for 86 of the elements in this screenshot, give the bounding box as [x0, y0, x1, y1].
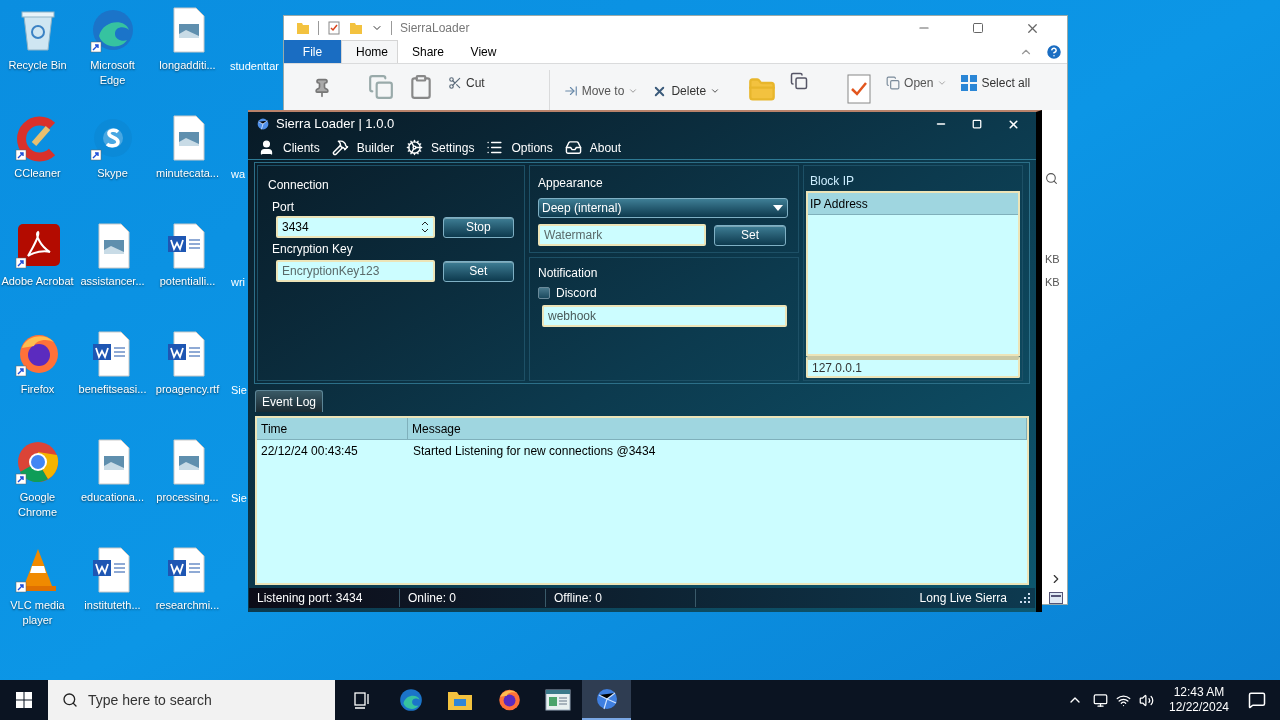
pin-icon[interactable] [312, 78, 332, 98]
caret-icon [937, 78, 948, 88]
window-title: SierraLoader [400, 20, 470, 37]
close-icon [1006, 117, 1020, 131]
status-text: Offline: 0 [545, 589, 695, 607]
pdf-icon [13, 222, 62, 270]
hammer-icon [331, 139, 349, 156]
ip-list[interactable]: IP Address [806, 191, 1020, 356]
file-size: KB [1045, 274, 1060, 290]
key-field[interactable]: EncryptionKey123 [276, 260, 435, 282]
scissors-icon [448, 76, 462, 90]
stop-button[interactable]: Stop [442, 216, 514, 238]
status-text: Long Live Sierra [695, 589, 1015, 607]
group-title: Appearance [538, 175, 604, 192]
search-box[interactable]: Type here to search [48, 680, 335, 720]
file-size: KB [1045, 252, 1060, 267]
checklist-icon[interactable] [846, 74, 873, 104]
move-icon [563, 84, 578, 98]
checkbox-label: Discord [556, 285, 597, 302]
field-label: Port [272, 199, 295, 216]
inbox-icon [564, 139, 582, 156]
search-icon[interactable] [1045, 172, 1058, 185]
open-button[interactable]: Open [886, 74, 948, 92]
status-text: Online: 0 [399, 589, 545, 607]
user-icon [258, 139, 275, 156]
spinner-arrows-icon[interactable] [420, 220, 429, 234]
menu-item[interactable]: Clients [258, 138, 320, 157]
discord-checkbox[interactable] [538, 287, 550, 299]
browser-icon [397, 687, 424, 713]
clipboard-icon[interactable] [408, 74, 434, 100]
device-icon[interactable] [1093, 692, 1108, 708]
search-icon [62, 692, 78, 708]
ribbon-tab[interactable]: Share [398, 40, 455, 63]
ip-field[interactable]: 127.0.0.1 [806, 356, 1020, 378]
resize-grip-icon[interactable] [1019, 592, 1031, 604]
status-text: Listening port: 3434 [256, 590, 364, 607]
webhook-field[interactable]: webhook [542, 305, 787, 327]
crystal-icon [256, 117, 270, 131]
group-title: Block IP [810, 173, 855, 190]
ribbon-tab[interactable]: View [455, 40, 512, 63]
group-title: Connection [268, 177, 330, 194]
window-title: Sierra Loader | 1.0.0 [276, 115, 395, 134]
windows-logo-icon [16, 692, 32, 708]
maximize-icon [972, 119, 982, 129]
move-to-button[interactable]: Move to [563, 82, 639, 100]
set-button[interactable]: Set [714, 224, 786, 246]
table-cell-text: Started Listening for new connections @3434 [412, 443, 657, 460]
task-view-icon [351, 690, 372, 710]
column-header[interactable]: Time [257, 418, 408, 439]
details-view-icon[interactable] [1049, 592, 1063, 604]
port-spinner[interactable]: 3434 [276, 216, 435, 238]
column-header[interactable]: Message [408, 418, 1027, 439]
folder-icon [296, 21, 310, 35]
maximize-icon [972, 22, 984, 34]
caret-icon [772, 204, 784, 212]
event-log-tab[interactable]: Event Log [255, 390, 324, 412]
caret-icon [710, 86, 721, 96]
grid-icon [961, 75, 978, 91]
caret-icon [628, 86, 639, 96]
volume-icon[interactable] [1139, 692, 1154, 708]
column-header[interactable]: IP Address [808, 193, 1018, 215]
theme-dropdown[interactable]: Deep (internal) [538, 198, 788, 218]
list-icon [486, 139, 504, 156]
ribbon-tab[interactable]: File [284, 40, 341, 63]
clock[interactable]: 12:43 AM 12/22/2024 [1164, 685, 1234, 715]
delete-button[interactable]: Delete [652, 82, 721, 100]
select-all-button[interactable]: Select all [961, 74, 1031, 92]
menu-item[interactable]: About [564, 138, 622, 157]
help-icon[interactable] [1045, 43, 1063, 61]
ribbon-tab[interactable]: Home [341, 40, 398, 63]
table-cell-text: 22/12/24 00:43:45 [260, 443, 359, 460]
folder-icon [349, 21, 363, 35]
notifications-icon[interactable] [1248, 691, 1266, 709]
set-button[interactable]: Set [442, 260, 514, 282]
app-window-icon [544, 689, 571, 711]
copy-icon[interactable] [790, 72, 809, 90]
watermark-field[interactable]: Watermark [538, 224, 706, 246]
menu-item[interactable]: Options [486, 138, 553, 157]
properties-icon [886, 76, 901, 90]
group-title: Notification [538, 265, 599, 282]
menu-item[interactable]: Builder [331, 138, 395, 157]
network-icon[interactable] [1116, 692, 1131, 708]
menu-item[interactable]: Settings [406, 138, 475, 157]
field-label: Encryption Key [272, 241, 354, 258]
cut-button[interactable]: Cut [448, 74, 485, 92]
checklist-icon [327, 21, 341, 35]
